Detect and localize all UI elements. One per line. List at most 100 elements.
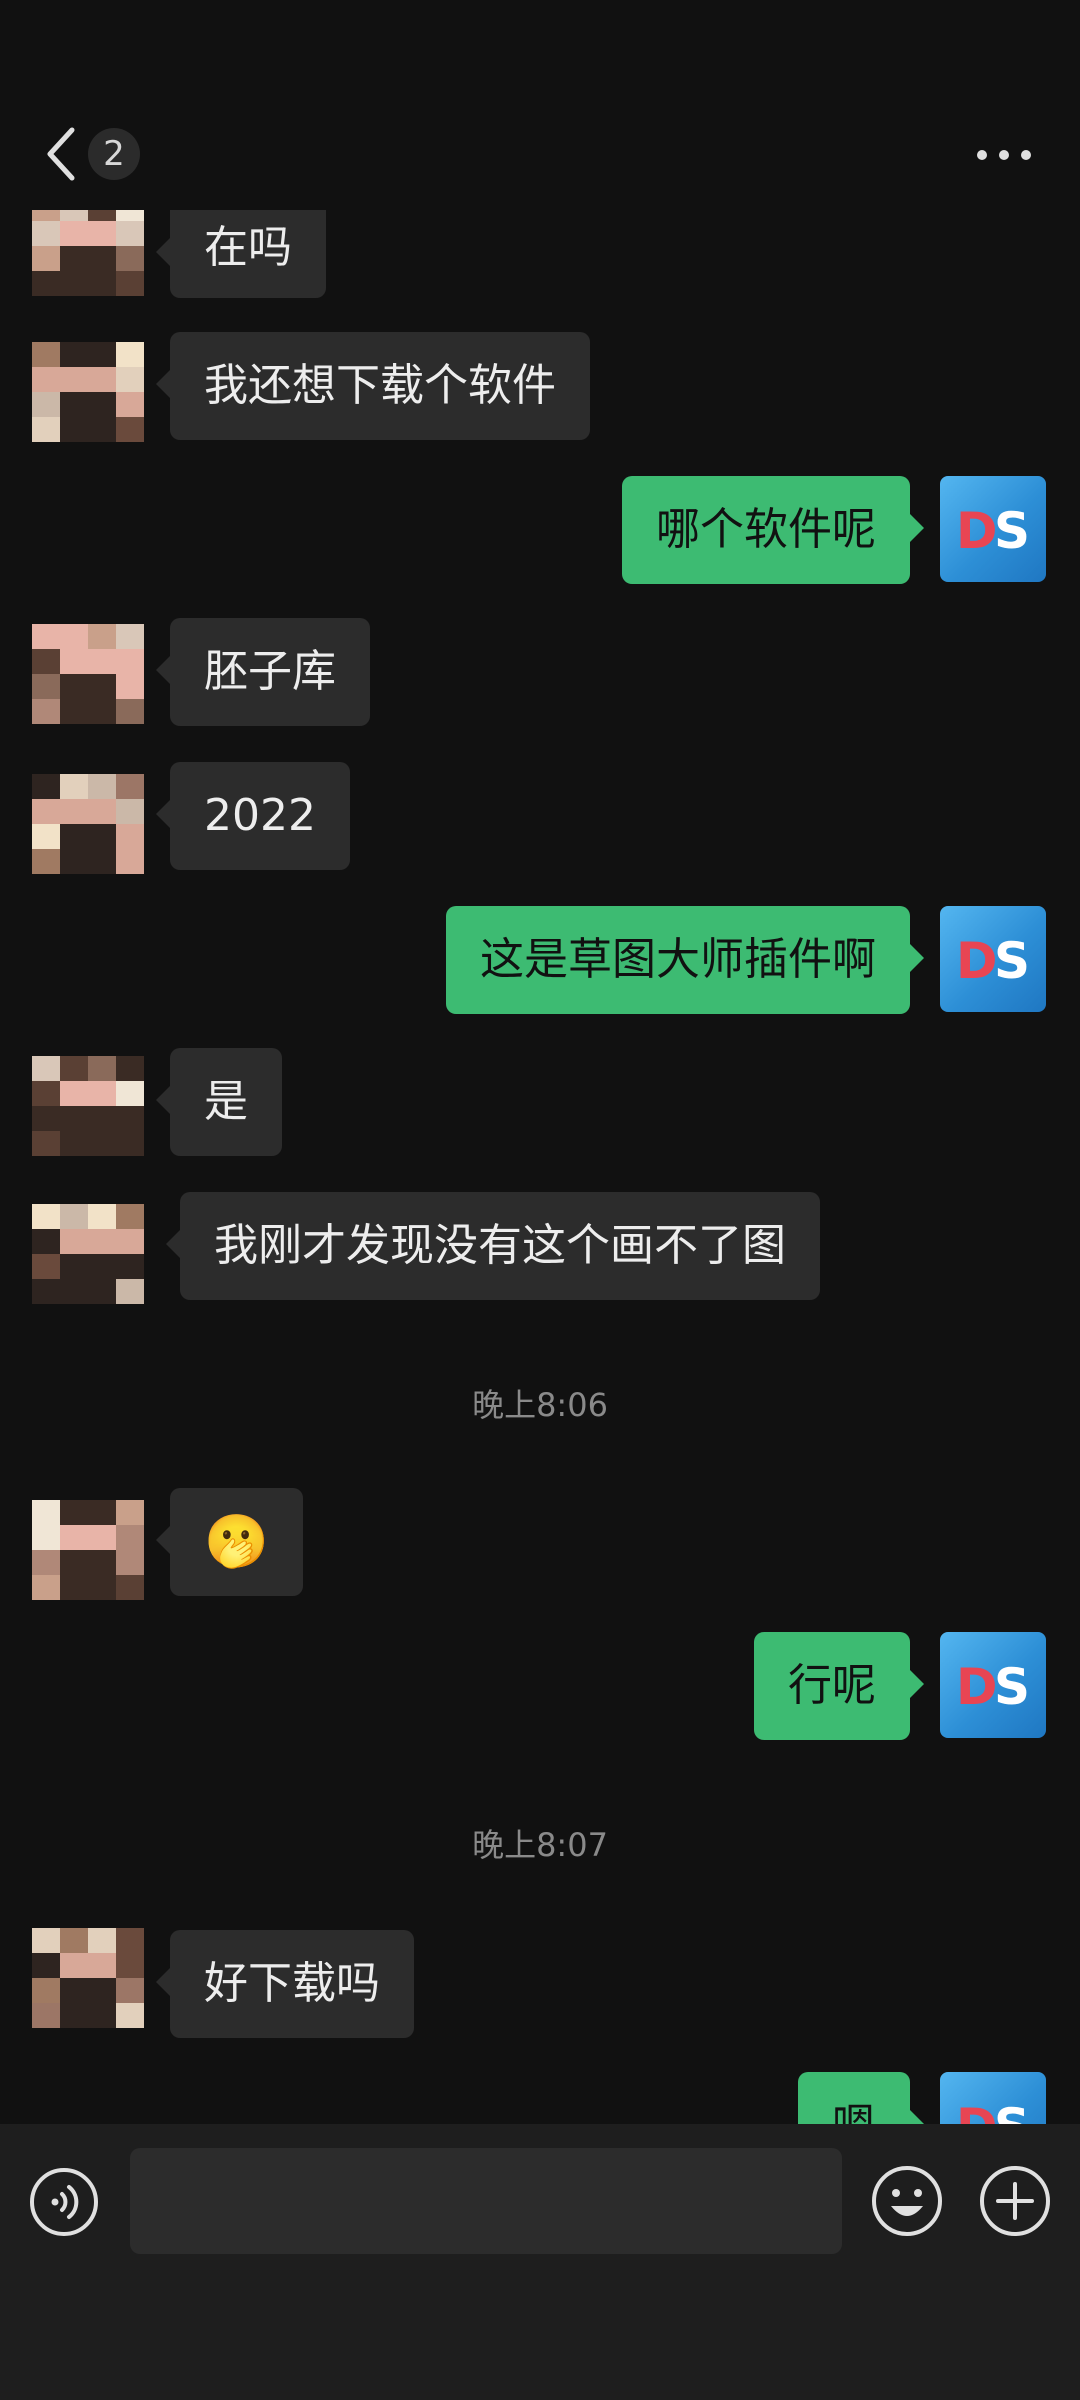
avatar-mosaic-pixel bbox=[88, 774, 116, 799]
message-bubble-incoming[interactable]: 我还想下载个软件 bbox=[156, 332, 590, 440]
avatar-mosaic-pixel bbox=[32, 674, 60, 699]
message-bubble-incoming[interactable]: 好下载吗 bbox=[156, 1930, 414, 2038]
avatar-mosaic-pixel bbox=[32, 367, 60, 392]
message-bubble-outgoing[interactable]: 行呢 bbox=[754, 1632, 924, 1740]
my-avatar[interactable]: D S bbox=[940, 906, 1046, 1012]
avatar-mosaic-pixel bbox=[116, 674, 144, 699]
contact-avatar[interactable] bbox=[32, 196, 144, 296]
avatar-mosaic-pixel bbox=[32, 1131, 60, 1156]
message-bubble-incoming[interactable]: 🫢 bbox=[156, 1488, 303, 1596]
message-bubble-outgoing[interactable]: 哪个软件呢 bbox=[622, 476, 924, 584]
avatar-mosaic-pixel bbox=[60, 1928, 88, 1953]
avatar-mosaic-pixel bbox=[32, 774, 60, 799]
avatar-mosaic-pixel bbox=[116, 849, 144, 874]
svg-text:S: S bbox=[994, 1658, 1030, 1716]
avatar-mosaic-pixel bbox=[60, 1081, 88, 1106]
my-avatar[interactable]: D S bbox=[940, 1632, 1046, 1738]
message-input[interactable] bbox=[130, 2148, 842, 2254]
avatar-mosaic-pixel bbox=[32, 417, 60, 442]
avatar-mosaic-pixel bbox=[32, 1928, 60, 1953]
avatar-mosaic-pixel bbox=[88, 1575, 116, 1600]
avatar-mosaic-pixel bbox=[116, 1978, 144, 2003]
avatar-mosaic-pixel bbox=[116, 2003, 144, 2028]
avatar-mosaic-pixel bbox=[88, 367, 116, 392]
avatar-mosaic-pixel bbox=[116, 824, 144, 849]
contact-avatar[interactable] bbox=[32, 1500, 144, 1600]
message-bubble-incoming[interactable]: 胚子库 bbox=[156, 618, 370, 726]
avatar-letter-d: D bbox=[956, 502, 998, 560]
avatar-mosaic-pixel bbox=[32, 1081, 60, 1106]
chat-header: 2 bbox=[0, 0, 1080, 210]
message-timestamp: 晚上8:07 bbox=[472, 1826, 608, 1864]
voice-input-button[interactable] bbox=[28, 2166, 100, 2238]
avatar-mosaic-pixel bbox=[60, 417, 88, 442]
avatar-mosaic-pixel bbox=[60, 1575, 88, 1600]
avatar-mosaic-pixel bbox=[60, 1229, 88, 1254]
avatar-mosaic-pixel bbox=[32, 624, 60, 649]
avatar-mosaic-pixel bbox=[32, 799, 60, 824]
avatar-mosaic-pixel bbox=[60, 649, 88, 674]
more-button[interactable] bbox=[970, 130, 1040, 180]
avatar-mosaic-pixel bbox=[88, 1131, 116, 1156]
avatar-mosaic-pixel bbox=[88, 699, 116, 724]
avatar-mosaic-pixel bbox=[88, 1106, 116, 1131]
avatar-mosaic-pixel bbox=[88, 849, 116, 874]
avatar-mosaic-pixel bbox=[60, 1525, 88, 1550]
avatar-mosaic-pixel bbox=[32, 271, 60, 296]
message-bubble-incoming[interactable]: 在吗 bbox=[156, 200, 326, 298]
contact-avatar[interactable] bbox=[32, 774, 144, 874]
avatar-mosaic-pixel bbox=[32, 1550, 60, 1575]
voice-icon bbox=[30, 2168, 98, 2236]
avatar-mosaic-pixel bbox=[32, 392, 60, 417]
avatar-mosaic-pixel bbox=[88, 1081, 116, 1106]
avatar-mosaic-pixel bbox=[32, 246, 60, 271]
contact-avatar[interactable] bbox=[32, 1056, 144, 1156]
more-functions-button[interactable] bbox=[978, 2164, 1052, 2238]
avatar-mosaic-pixel bbox=[32, 1575, 60, 1600]
message-bubble-incoming[interactable]: 是 bbox=[156, 1048, 282, 1156]
avatar-mosaic-pixel bbox=[32, 699, 60, 724]
avatar-mosaic-pixel bbox=[88, 1928, 116, 1953]
avatar-mosaic-pixel bbox=[60, 2003, 88, 2028]
avatar-mosaic-pixel bbox=[60, 1254, 88, 1279]
contact-avatar[interactable] bbox=[32, 624, 144, 724]
avatar-mosaic-pixel bbox=[60, 1978, 88, 2003]
message-bubble-incoming[interactable]: 我刚才发现没有这个画不了图 bbox=[166, 1192, 820, 1300]
avatar-letter-s: S bbox=[994, 502, 1030, 560]
message-bubble-outgoing[interactable]: 这是草图大师插件啊 bbox=[446, 906, 924, 1014]
avatar-mosaic-pixel bbox=[88, 624, 116, 649]
avatar-mosaic-pixel bbox=[32, 1204, 60, 1229]
avatar-mosaic-pixel bbox=[116, 1279, 144, 1304]
avatar-mosaic-pixel bbox=[32, 1106, 60, 1131]
avatar-mosaic-pixel bbox=[116, 417, 144, 442]
more-dots-icon bbox=[977, 150, 1031, 160]
avatar-mosaic-pixel bbox=[60, 1204, 88, 1229]
my-avatar[interactable]: D S bbox=[940, 476, 1046, 582]
avatar-mosaic-pixel bbox=[116, 649, 144, 674]
svg-text:D: D bbox=[956, 932, 998, 990]
message-timestamp: 晚上8:06 bbox=[472, 1386, 608, 1424]
avatar-mosaic-pixel bbox=[60, 1106, 88, 1131]
avatar-mosaic-pixel bbox=[116, 1550, 144, 1575]
avatar-mosaic-pixel bbox=[32, 1500, 60, 1525]
message-bubble-incoming[interactable]: 2022 bbox=[156, 762, 350, 870]
avatar-mosaic-pixel bbox=[116, 1106, 144, 1131]
avatar-mosaic-pixel bbox=[88, 1500, 116, 1525]
contact-avatar[interactable] bbox=[32, 342, 144, 442]
avatar-mosaic-pixel bbox=[88, 1550, 116, 1575]
avatar-mosaic-pixel bbox=[116, 1928, 144, 1953]
contact-avatar[interactable] bbox=[32, 1204, 144, 1304]
avatar-mosaic-pixel bbox=[60, 1550, 88, 1575]
avatar-mosaic-pixel bbox=[60, 392, 88, 417]
plus-icon bbox=[980, 2166, 1050, 2236]
avatar-mosaic-pixel bbox=[116, 342, 144, 367]
avatar-mosaic-pixel bbox=[116, 1525, 144, 1550]
contact-avatar[interactable] bbox=[32, 1928, 144, 2028]
avatar-mosaic-pixel bbox=[88, 1056, 116, 1081]
emoji-button[interactable] bbox=[870, 2164, 944, 2238]
avatar-mosaic-pixel bbox=[60, 1279, 88, 1304]
avatar-mosaic-pixel bbox=[88, 799, 116, 824]
avatar-mosaic-pixel bbox=[32, 849, 60, 874]
avatar-mosaic-pixel bbox=[32, 1953, 60, 1978]
avatar-mosaic-pixel bbox=[88, 674, 116, 699]
